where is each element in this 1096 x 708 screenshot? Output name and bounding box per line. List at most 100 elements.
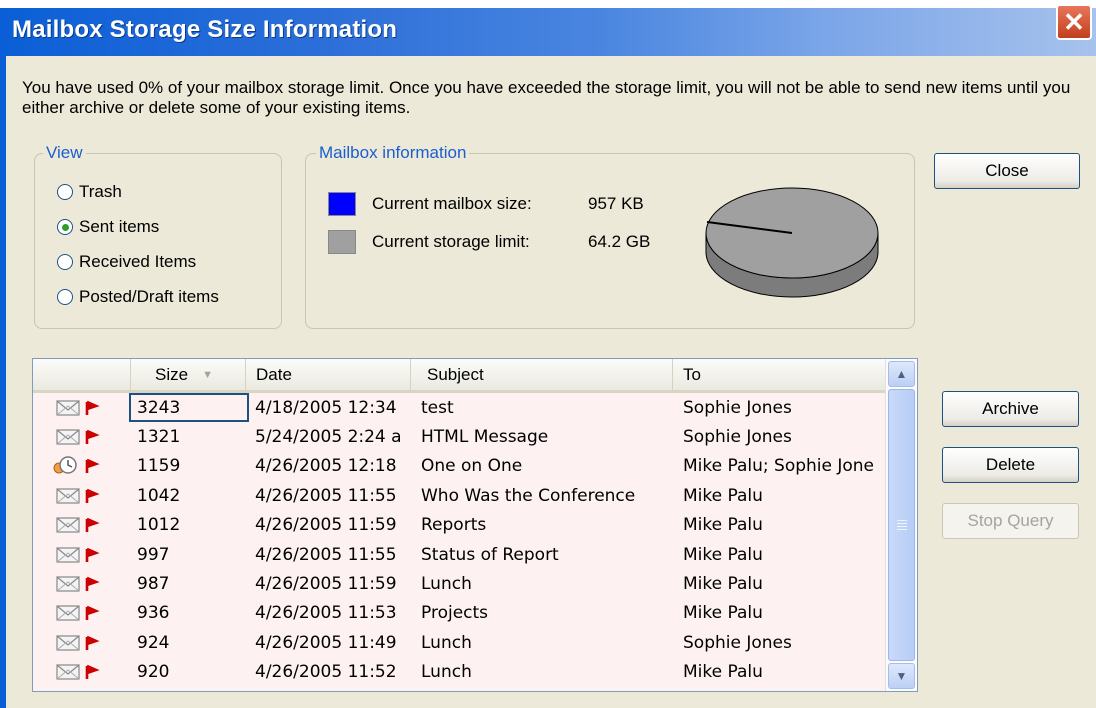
table-row[interactable]: 1159 4/26/2005 12:18 One on One Mike Palu; … bbox=[33, 452, 885, 481]
cell-date: 4/26/2005 11:55 bbox=[255, 485, 397, 506]
table-header: Size ▼ Date Subject To bbox=[33, 359, 885, 393]
table-body: 3243 4/18/2005 12:34 test Sophie Jones 1321 5… bbox=[33, 393, 885, 691]
envelope-icon bbox=[56, 635, 100, 651]
stop-query-button[interactable]: Stop Query bbox=[942, 503, 1079, 539]
cell-to: Mike Palu bbox=[683, 603, 763, 624]
envelope-icon bbox=[56, 488, 100, 504]
column-date[interactable]: Date bbox=[245, 359, 410, 390]
table-row[interactable]: 1042 4/26/2005 11:55 Who Was the Conferenc… bbox=[33, 481, 885, 510]
radio-trash[interactable]: Trash bbox=[57, 182, 122, 202]
radio-label: Trash bbox=[79, 182, 122, 201]
column-subject-label: Subject bbox=[427, 364, 484, 384]
column-to[interactable]: To bbox=[672, 359, 885, 390]
radio-button-icon[interactable] bbox=[57, 184, 73, 200]
envelope-icon bbox=[56, 664, 100, 680]
cell-date: 5/24/2005 2:24 a bbox=[255, 426, 402, 447]
row-icons bbox=[39, 658, 119, 687]
scroll-grip bbox=[897, 523, 907, 524]
close-icon[interactable]: ✕ bbox=[1056, 4, 1092, 40]
archive-button[interactable]: Archive bbox=[942, 391, 1079, 427]
scroll-grip bbox=[897, 529, 907, 530]
scroll-down-icon[interactable]: ▼ bbox=[888, 663, 915, 689]
delete-button[interactable]: Delete bbox=[942, 447, 1079, 483]
cell-to: Mike Palu; Sophie Jone bbox=[683, 456, 875, 477]
cell-date: 4/26/2005 11:52 bbox=[255, 662, 397, 683]
cell-date: 4/26/2005 11:55 bbox=[255, 544, 397, 565]
cell-subject: Projects bbox=[421, 603, 489, 624]
cell-date: 4/26/2005 11:53 bbox=[255, 603, 397, 624]
table-row[interactable]: 936 4/26/2005 11:53 Projects Mike Palu bbox=[33, 599, 885, 628]
cell-to: Mike Palu bbox=[683, 485, 763, 506]
row-icons bbox=[39, 481, 119, 510]
window-border bbox=[0, 56, 6, 708]
cell-size: 924 bbox=[137, 632, 170, 653]
mailbox-info-group: Mailbox information Current mailbox size… bbox=[305, 143, 915, 329]
cell-date: 4/26/2005 12:18 bbox=[255, 456, 397, 477]
table-row[interactable]: 1321 5/24/2005 2:24 a HTML Message Sophie J… bbox=[33, 422, 885, 451]
mailbox-size-swatch bbox=[328, 192, 356, 216]
table-row[interactable]: 920 4/26/2005 11:52 Lunch Mike Palu bbox=[33, 658, 885, 687]
radio-posted-draft-items[interactable]: Posted/Draft items bbox=[57, 287, 219, 307]
storage-pie-chart bbox=[705, 187, 879, 298]
cell-date: 4/26/2005 11:59 bbox=[255, 573, 397, 594]
storage-limit-label: Current storage limit: bbox=[372, 232, 530, 251]
title-bar: Mailbox Storage Size Information bbox=[0, 0, 1096, 56]
close-button[interactable]: Close bbox=[934, 153, 1080, 189]
cell-size: 920 bbox=[137, 662, 170, 683]
envelope-icon bbox=[56, 429, 100, 445]
column-size[interactable]: Size ▼ bbox=[130, 359, 245, 390]
cell-to: Sophie Jones bbox=[683, 397, 792, 418]
cell-to: Mike Palu bbox=[683, 515, 763, 536]
radio-received-items[interactable]: Received Items bbox=[57, 252, 196, 272]
cell-subject: test bbox=[421, 397, 454, 418]
row-icons bbox=[39, 422, 119, 451]
mailbox-size-label: Current mailbox size: bbox=[372, 194, 532, 213]
cell-size: 1012 bbox=[137, 515, 181, 536]
row-icons bbox=[39, 393, 119, 422]
cell-size: 987 bbox=[137, 573, 170, 594]
row-icons bbox=[39, 628, 119, 657]
radio-button-icon[interactable] bbox=[57, 254, 73, 270]
table-row[interactable]: 987 4/26/2005 11:59 Lunch Mike Palu bbox=[33, 569, 885, 598]
radio-label: Received Items bbox=[79, 252, 197, 271]
mailbox-size-value: 957 KB bbox=[588, 194, 644, 213]
row-icons bbox=[39, 569, 119, 598]
cell-size: 1159 bbox=[137, 456, 181, 477]
cell-size: 997 bbox=[137, 544, 170, 565]
radio-label: Sent items bbox=[79, 217, 160, 236]
storage-limit-value: 64.2 GB bbox=[588, 232, 651, 251]
envelope-icon bbox=[56, 576, 100, 592]
envelope-icon bbox=[56, 546, 100, 563]
table-row[interactable]: 1012 4/26/2005 11:59 Reports Mike Palu bbox=[33, 511, 885, 540]
radio-label: Posted/Draft items bbox=[79, 287, 219, 306]
table-row[interactable]: 997 4/26/2005 11:55 Status of Report Mike P… bbox=[33, 540, 885, 569]
cell-subject: Who Was the Conference bbox=[421, 485, 636, 506]
radio-button-icon[interactable] bbox=[57, 289, 73, 305]
cell-to: Mike Palu bbox=[683, 662, 763, 683]
column-subject[interactable]: Subject bbox=[410, 359, 672, 390]
table-row[interactable]: 924 4/26/2005 11:49 Lunch Sophie Jones bbox=[33, 628, 885, 657]
row-icons bbox=[39, 511, 119, 540]
cell-size: 936 bbox=[137, 603, 170, 624]
storage-limit-row: Current storage limit: 64.2 GB bbox=[328, 230, 650, 254]
cell-date: 4/18/2005 12:34 bbox=[255, 397, 397, 418]
column-date-label: Date bbox=[256, 364, 292, 384]
radio-button-icon[interactable] bbox=[57, 219, 73, 235]
scroll-grip bbox=[897, 520, 907, 521]
cell-to: Sophie Jones bbox=[683, 632, 792, 653]
view-legend: View bbox=[43, 143, 86, 163]
vertical-scrollbar[interactable]: ▲ ▼ bbox=[885, 359, 917, 691]
radio-sent-items[interactable]: Sent items bbox=[57, 217, 159, 237]
scroll-thumb[interactable] bbox=[888, 389, 915, 661]
table-row[interactable]: 3243 4/18/2005 12:34 test Sophie Jones bbox=[33, 393, 885, 422]
radio-dot bbox=[61, 223, 69, 231]
cell-date: 4/26/2005 11:59 bbox=[255, 515, 397, 536]
row-icons bbox=[39, 452, 119, 481]
scroll-up-icon[interactable]: ▲ bbox=[888, 361, 915, 387]
cell-subject: Lunch bbox=[421, 632, 472, 653]
envelope-icon bbox=[56, 517, 100, 533]
envelope-icon bbox=[56, 605, 100, 621]
cell-subject: Lunch bbox=[421, 662, 472, 683]
meeting-clock-icon bbox=[53, 456, 100, 475]
row-icons bbox=[39, 540, 119, 569]
